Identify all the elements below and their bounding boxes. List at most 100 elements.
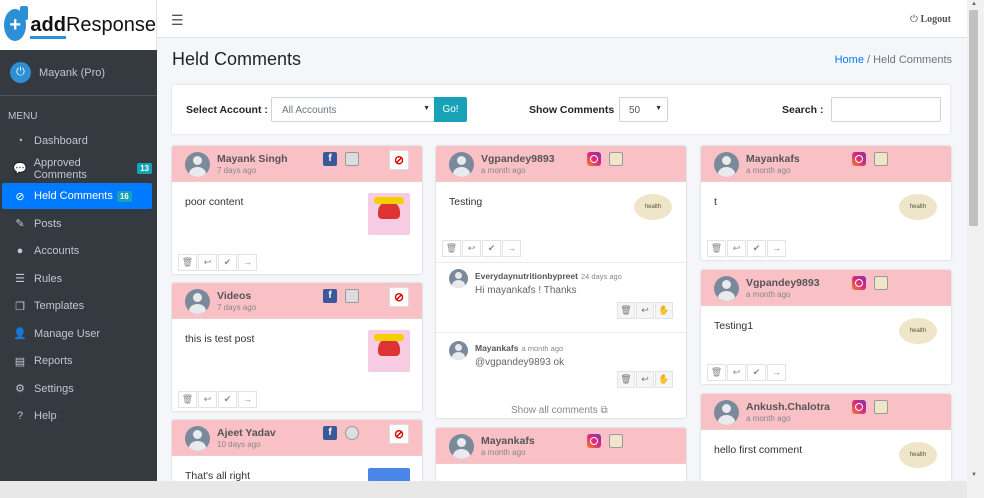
trash-icon[interactable]: 🗑 [617,371,635,388]
commenter-name[interactable]: Ajeet Yadav [217,427,276,439]
logout-button[interactable]: ⏻ Logout [910,14,951,25]
trash-icon[interactable]: 🗑 [442,240,461,257]
reply-icon[interactable]: ↩ [462,240,481,257]
sidebar-item-label: Help [34,410,57,422]
hand-icon[interactable]: ✋ [655,371,673,388]
forward-arrow-icon[interactable]: → [238,254,257,271]
scrollbar-thumb[interactable] [969,10,978,226]
sidebar-item-held-comments[interactable]: ⊘ Held Comments 16 [2,183,152,209]
commenter-name[interactable]: Vgpandey9893 [481,153,555,165]
reply-time: a month ago [521,344,564,353]
avatar [714,152,739,177]
avatar [714,276,739,301]
post-thumbnail[interactable] [609,152,623,166]
comment-image[interactable]: health [899,442,937,468]
vertical-scrollbar[interactable]: ▲ ▼ [967,0,984,498]
comment-image[interactable]: health [899,194,937,220]
show-all-comments-link[interactable]: Show all comments ⧉ [511,405,608,416]
approve-check-icon[interactable]: ✔ [747,240,766,257]
forward-arrow-icon[interactable]: → [238,391,257,408]
sidebar-item-rules[interactable]: ☰ Rules [2,266,152,292]
post-thumbnail[interactable] [609,434,623,448]
scroll-up-arrow-icon[interactable]: ▲ [971,1,977,7]
sidebar-item-label: Posts [34,217,62,230]
comment-image[interactable] [368,468,410,481]
comment-card: Mayank Singh 7 days ago f ⊘ poor content… [172,146,422,274]
sidebar-item-label: Held Comments [34,190,113,202]
post-thumbnail[interactable] [874,400,888,414]
go-button[interactable]: Go! [434,97,467,122]
reply-icon[interactable]: ↩ [636,302,654,319]
comment-actions: 🗑 ↩ ✔ → [178,391,258,408]
hand-icon[interactable]: ✋ [655,302,673,319]
breadcrumb-home-link[interactable]: Home [835,54,864,66]
external-link-icon: ⧉ [600,405,608,416]
trash-icon[interactable]: 🗑 [178,254,197,271]
scroll-down-arrow-icon[interactable]: ▼ [971,472,977,478]
reply-icon[interactable]: ↩ [198,391,217,408]
user-panel[interactable]: ⏻ Mayank (Pro) [0,50,157,96]
show-comments-select[interactable]: 50 ▼ [619,97,668,122]
reply-author-name[interactable]: Everydaynutritionbypreet [475,271,578,281]
post-thumbnail[interactable] [345,152,359,166]
comment-time: 10 days ago [217,440,261,449]
sidebar-item-label: Dashboard [34,135,88,147]
sidebar-item-settings[interactable]: ⚙ Settings [2,376,152,402]
select-caret-icon: ▼ [423,105,430,112]
block-user-button[interactable]: ⊘ [389,287,409,307]
approve-check-icon[interactable]: ✔ [218,391,237,408]
app-logo[interactable]: + addResponse [0,0,157,50]
block-user-button[interactable]: ⊘ [389,424,409,444]
approve-check-icon[interactable]: ✔ [482,240,501,257]
reply-icon[interactable]: ↩ [198,254,217,271]
comment-image[interactable]: health [634,194,672,220]
sidebar-item-dashboard[interactable]: ◔ Dashboard [2,128,152,154]
power-off-icon: ⏻ [910,14,918,25]
trash-icon[interactable]: 🗑 [707,240,726,257]
commenter-name[interactable]: Ankush.Chalotra [746,401,830,413]
approve-check-icon[interactable]: ✔ [747,364,766,381]
post-thumbnail[interactable] [345,426,359,440]
sidebar-item-posts[interactable]: ✎ Posts [2,211,152,237]
trash-icon[interactable]: 🗑 [178,391,197,408]
comment-card: Ankush.Chalotra a month ago hello first … [701,394,951,481]
reply-icon[interactable]: ↩ [727,364,746,381]
list-icon: ☰ [15,273,25,285]
comment-sticker-image[interactable] [368,330,410,372]
approve-check-icon[interactable]: ✔ [218,254,237,271]
block-user-button[interactable]: ⊘ [389,150,409,170]
forward-arrow-icon[interactable]: → [767,364,786,381]
sidebar-item-approved-comments[interactable]: 💬 Approved Comments 13 [2,156,152,182]
commenter-name[interactable]: Vgpandey9893 [746,277,820,289]
comment-sticker-image[interactable] [368,193,410,235]
trash-icon[interactable]: 🗑 [707,364,726,381]
reply-author-name[interactable]: Mayankafs [475,343,518,353]
sidebar-item-reports[interactable]: ▤ Reports [2,348,152,374]
comment-image[interactable]: health [899,318,937,344]
sidebar-item-manage-user[interactable]: 👤 Manage User [2,321,152,347]
trash-icon[interactable]: 🗑 [617,302,635,319]
commenter-name[interactable]: Mayankafs [481,435,535,447]
sidebar-item-help[interactable]: ? Help [2,403,152,429]
horizontal-scrollbar[interactable] [0,481,967,498]
hamburger-menu-icon[interactable]: ☰ [171,12,184,29]
commenter-name[interactable]: Videos [217,290,251,302]
forward-arrow-icon[interactable]: → [767,240,786,257]
sidebar-item-accounts[interactable]: ● Accounts [2,238,152,264]
avatar [185,426,210,451]
comment-card: Ajeet Yadav 10 days ago f ⊘ That's all r… [172,420,422,481]
post-thumbnail[interactable] [345,289,359,303]
forward-arrow-icon[interactable]: → [502,240,521,257]
post-thumbnail[interactable] [874,152,888,166]
commenter-name[interactable]: Mayank Singh [217,153,288,165]
reply-icon[interactable]: ↩ [727,240,746,257]
cogs-icon: ⚙ [15,383,25,395]
account-select[interactable]: All Accounts ▼ [271,97,435,122]
search-input[interactable] [831,97,941,122]
avatar [714,400,739,425]
sidebar-item-templates[interactable]: ❐ Templates [2,293,152,319]
post-thumbnail[interactable] [874,276,888,290]
commenter-name[interactable]: Mayankafs [746,153,800,165]
comment-time: a month ago [481,448,526,457]
reply-icon[interactable]: ↩ [636,371,654,388]
